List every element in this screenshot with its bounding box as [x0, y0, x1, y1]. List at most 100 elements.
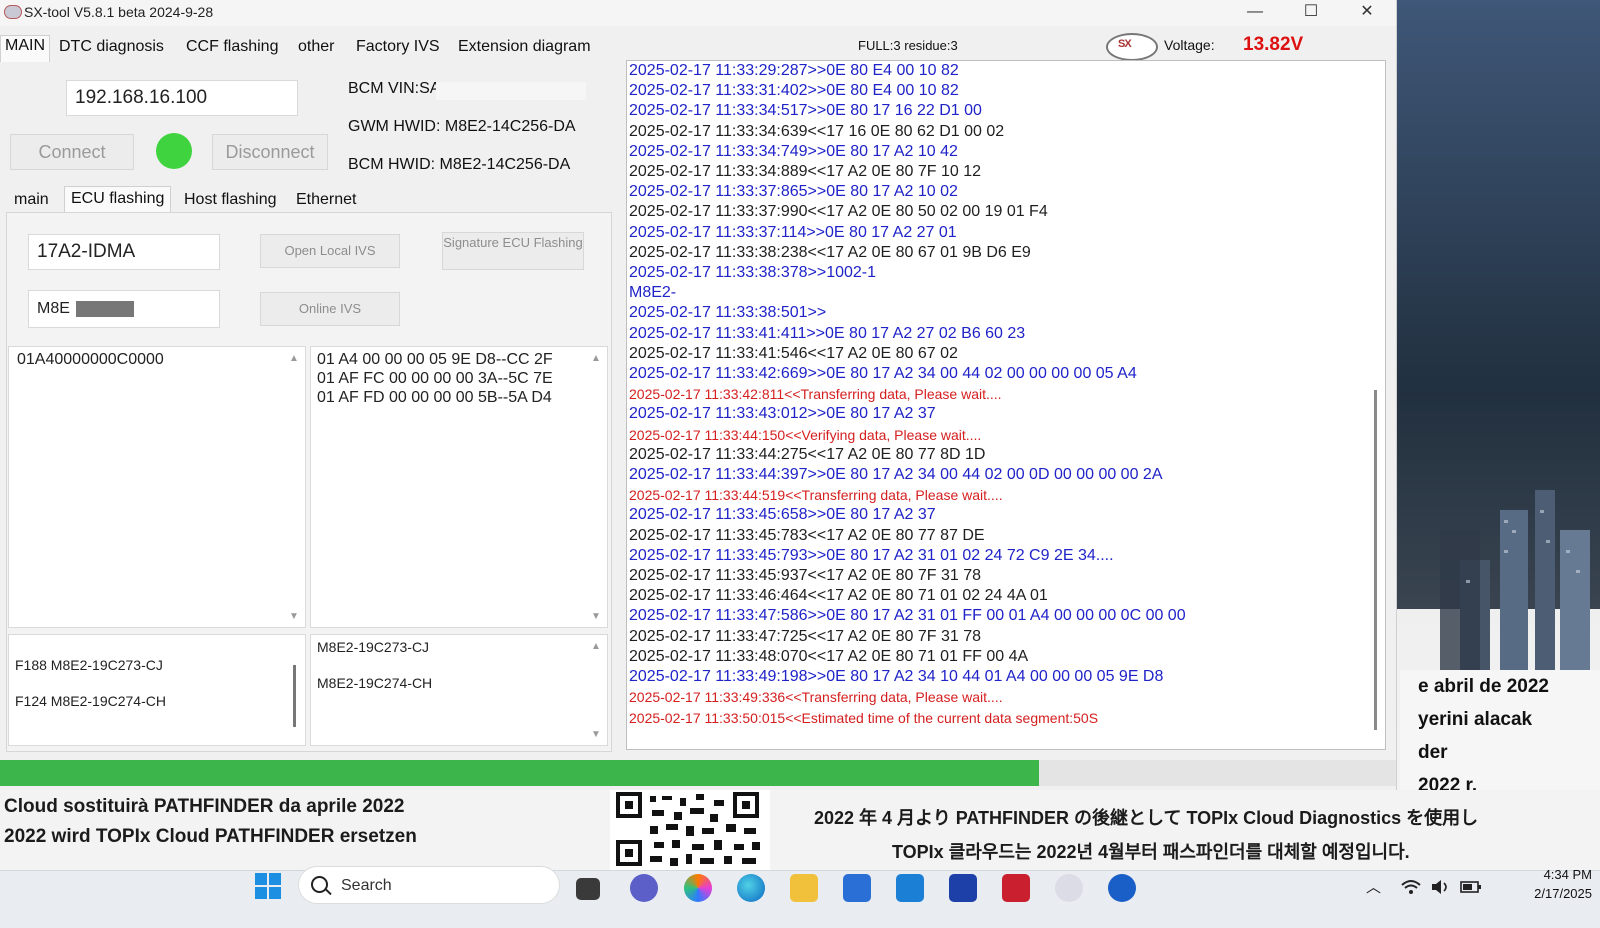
copilot-icon[interactable]	[684, 874, 712, 902]
clock-date[interactable]: 2/17/2025	[1500, 886, 1592, 901]
banner-text-korean: TOPIx 클라우드는 2022년 4월부터 패스파인더를 대체할 예정입니다.	[892, 842, 1410, 862]
tab-other[interactable]: other	[294, 38, 338, 56]
scroll-up-icon[interactable]: ▲	[591, 641, 601, 652]
log-line: 2025-02-17 11:33:34:639<<17 16 0E 80 62 …	[629, 122, 1005, 140]
subtab-host-flashing[interactable]: Host flashing	[178, 191, 283, 209]
log-line: 2025-02-17 11:33:45:783<<17 A2 0E 80 77 …	[629, 526, 985, 544]
file-explorer-icon[interactable]	[790, 874, 818, 902]
taskbar-search-box[interactable]: Search	[298, 866, 560, 904]
connection-status-indicator	[156, 133, 192, 169]
list-item[interactable]: 01A40000000C0000	[17, 351, 164, 369]
part-list[interactable]: M8E2-19C273-CJ M8E2-19C274-CH ▲ ▼	[310, 634, 608, 746]
sx-tool-taskbar-icon[interactable]	[1055, 874, 1083, 902]
log-line: M8E2-	[629, 284, 677, 302]
bcm-vin-label: BCM VIN:SA	[348, 80, 441, 97]
app-logo-icon	[4, 5, 22, 19]
search-placeholder: Search	[341, 877, 392, 894]
tab-dtc-diagnosis[interactable]: DTC diagnosis	[55, 38, 168, 56]
ecu-name-field[interactable]: 17A2-IDMA	[28, 234, 220, 270]
announcement-banner: Cloud sostituirà PATHFINDER da aprile 20…	[0, 790, 1600, 870]
banner-text-japanese: 2022 年 4 月より PATHFINDER の後継として TOPIx Clo…	[814, 808, 1479, 828]
log-lines: 2025-02-17 11:33:29:287>>0E 80 E4 00 10 …	[629, 61, 1369, 728]
connect-button[interactable]: Connect	[10, 134, 134, 170]
sx-logo-icon: SX	[1106, 33, 1158, 61]
bcm-hwid-label: BCM HWID: M8E2-14C256-DA	[348, 156, 571, 173]
log-line: 2025-02-17 11:33:42:669>>0E 80 17 A2 34 …	[629, 365, 1137, 383]
qr-code-image	[610, 790, 770, 870]
log-line: 2025-02-17 11:33:45:658>>0E 80 17 A2 37	[629, 506, 936, 524]
voltage-label: Voltage:	[1164, 37, 1215, 53]
maximize-button[interactable]: ☐	[1286, 0, 1336, 26]
tab-factory-ivs[interactable]: Factory IVS	[352, 38, 444, 56]
list-item[interactable]: M8E2-19C273-CJ	[317, 639, 429, 655]
ip-address-field[interactable]: 192.168.16.100	[66, 80, 298, 116]
list-item[interactable]: 01 A4 00 00 00 05 9E D8--CC 2F	[317, 351, 553, 369]
tray-overflow-chevron-icon[interactable]: ︿	[1366, 876, 1381, 897]
tab-main[interactable]: MAIN	[0, 35, 50, 62]
log-line: 2025-02-17 11:33:29:287>>0E 80 E4 00 10 …	[629, 62, 959, 79]
tab-extension-diagram[interactable]: Extension diagram	[454, 38, 595, 56]
list-item[interactable]: F124 M8E2-19C274-CH	[15, 693, 166, 709]
teamviewer-icon[interactable]	[1108, 874, 1136, 902]
volume-icon[interactable]	[1430, 878, 1452, 896]
scroll-down-icon[interactable]: ▼	[591, 729, 601, 740]
list-item[interactable]: F188 M8E2-19C273-CJ	[15, 657, 163, 673]
subtab-main[interactable]: main	[8, 191, 55, 209]
log-scrollbar[interactable]	[1374, 390, 1377, 730]
battery-icon[interactable]	[1460, 878, 1482, 896]
subtab-ecu-flashing[interactable]: ECU flashing	[64, 186, 172, 213]
scroll-up-icon[interactable]: ▲	[289, 353, 299, 364]
wifi-icon[interactable]	[1400, 878, 1422, 896]
city-skyline-image	[1440, 490, 1590, 670]
signature-ecu-flashing-button[interactable]: Signature ECU Flashing	[442, 232, 584, 270]
minimize-button[interactable]: —	[1230, 0, 1280, 26]
log-line: 2025-02-17 11:33:37:865>>0E 80 17 A2 10 …	[629, 183, 958, 201]
log-line: 2025-02-17 11:33:48:070<<17 A2 0E 80 71 …	[629, 647, 1029, 665]
edge-browser-icon[interactable]	[737, 874, 765, 902]
log-line: 2025-02-17 11:33:41:411>>0E 80 17 A2 27 …	[629, 324, 1026, 342]
log-line: 2025-02-17 11:33:44:519<<Transferring da…	[629, 487, 1003, 504]
title-bar[interactable]: SX-tool V5.8.1 beta 2024-9-28 — ☐ ✕	[0, 0, 1396, 26]
subtab-ethernet[interactable]: Ethernet	[290, 191, 362, 209]
log-line: 2025-02-17 11:33:45:937<<17 A2 0E 80 7F …	[629, 567, 981, 585]
scroll-down-icon[interactable]: ▼	[591, 611, 601, 622]
data-block-list[interactable]: 01 A4 00 00 00 05 9E D8--CC 2F 01 AF FC …	[310, 346, 608, 628]
task-view-icon[interactable]	[576, 878, 600, 900]
log-line: 2025-02-17 11:33:46:464<<17 A2 0E 80 71 …	[629, 587, 1048, 605]
part-number-field[interactable]: M8E	[28, 290, 220, 328]
scroll-up-icon[interactable]: ▲	[591, 353, 601, 364]
microsoft-store-icon[interactable]	[843, 874, 871, 902]
communication-log[interactable]: 2025-02-17 11:33:29:287>>0E 80 E4 00 10 …	[626, 60, 1386, 750]
log-line: 2025-02-17 11:33:45:793>>0E 80 17 A2 31 …	[629, 546, 1114, 564]
scrollbar[interactable]	[293, 665, 296, 727]
log-line: 2025-02-17 11:33:34:517>>0E 80 17 16 22 …	[629, 102, 982, 120]
lenovo-app-icon[interactable]	[949, 874, 977, 902]
mail-icon[interactable]	[896, 874, 924, 902]
sx-tool-window: SX-tool V5.8.1 beta 2024-9-28 — ☐ ✕ MAIN…	[0, 0, 1397, 790]
scroll-down-icon[interactable]: ▼	[289, 611, 299, 622]
desktop-text-line: yerini alacak	[1418, 709, 1533, 730]
log-line: 2025-02-17 11:33:49:198>>0E 80 17 A2 34 …	[629, 668, 1164, 686]
list-item[interactable]: 01 AF FC 00 00 00 00 3A--5C 7E	[317, 370, 553, 388]
log-line: 2025-02-17 11:33:47:725<<17 A2 0E 80 7F …	[629, 627, 981, 645]
progress-bar	[0, 760, 1039, 786]
banner-text-italian: Cloud sostituirà PATHFINDER da aprile 20…	[4, 796, 405, 817]
chat-icon[interactable]	[630, 874, 658, 902]
log-line: 2025-02-17 11:33:34:889<<17 A2 0E 80 7F …	[629, 163, 981, 181]
online-ivs-button[interactable]: Online IVS	[260, 292, 400, 326]
clock-time[interactable]: 4:34 PM	[1500, 867, 1592, 882]
tab-ccf-flashing[interactable]: CCF flashing	[182, 38, 282, 56]
log-line: 2025-02-17 11:33:42:811<<Transferring da…	[629, 386, 1002, 403]
mcafee-icon[interactable]	[1002, 874, 1030, 902]
did-list[interactable]: F188 M8E2-19C273-CJ F124 M8E2-19C274-CH	[8, 634, 306, 746]
address-list[interactable]: 01A40000000C0000 ▲ ▼	[8, 346, 306, 628]
close-button[interactable]: ✕	[1342, 0, 1392, 26]
list-item[interactable]: 01 AF FD 00 00 00 00 5B--5A D4	[317, 389, 552, 407]
open-local-ivs-button[interactable]: Open Local IVS	[260, 234, 400, 268]
list-item[interactable]: M8E2-19C274-CH	[317, 675, 432, 691]
disconnect-button[interactable]: Disconnect	[212, 134, 328, 170]
windows-start-icon[interactable]	[254, 872, 282, 900]
redacted-vin	[436, 82, 586, 100]
redacted-part-number	[76, 300, 135, 317]
part-number-prefix: M8E	[37, 300, 70, 317]
